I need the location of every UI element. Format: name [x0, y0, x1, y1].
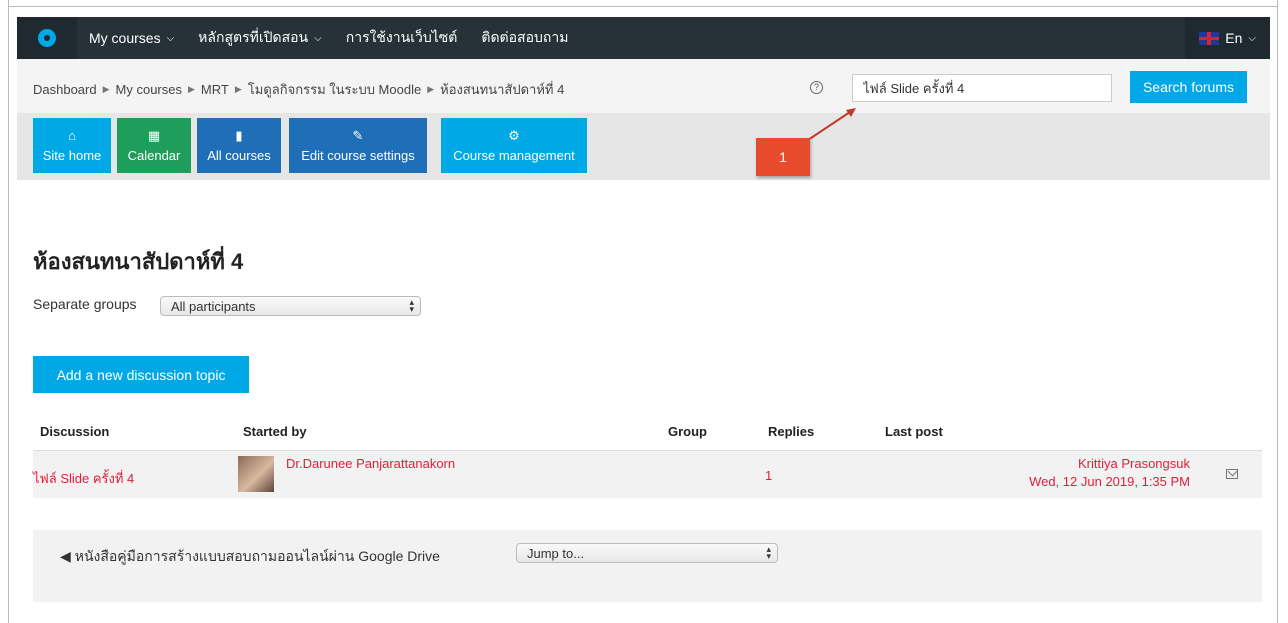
header-group[interactable]: Group	[668, 424, 707, 439]
previous-activity-link[interactable]: ◀ หนังสือคู่มือการสร้างแบบสอบถามออนไลน์ผ…	[60, 545, 440, 567]
calendar-button[interactable]: ▦ Calendar	[117, 118, 191, 173]
header-discussion[interactable]: Discussion	[40, 424, 109, 439]
language-label: En	[1225, 30, 1243, 46]
nav-website-usage[interactable]: การใช้งานเว็บไซต์	[334, 17, 470, 59]
chevron-down-icon: ⌵	[314, 32, 322, 44]
button-label: Calendar	[127, 147, 181, 163]
header-started-by[interactable]: Started by	[243, 424, 307, 439]
button-label: Course management	[453, 147, 575, 163]
breadcrumb-bar: Dashboard ▶ My courses ▶ MRT ▶ โมดูลกิจก…	[17, 59, 1270, 114]
annotation-callout: 1	[756, 138, 810, 176]
breadcrumb-separator-icon: ▶	[234, 84, 242, 94]
button-label: All courses	[207, 147, 271, 163]
jump-to-select[interactable]: Jump to... ▴ ▾	[516, 543, 778, 563]
cogs-icon: ⚙	[508, 127, 520, 143]
edit-icon: ✎	[352, 127, 364, 143]
calendar-icon: ▦	[147, 127, 161, 143]
button-label: Site home	[42, 147, 102, 163]
author-link[interactable]: Dr.Darunee Panjarattanakorn	[286, 456, 455, 471]
site-home-button[interactable]: ⌂ Site home	[33, 118, 111, 173]
group-select-value: All participants	[171, 298, 256, 314]
breadcrumb-course[interactable]: MRT	[201, 82, 229, 97]
breadcrumb-separator-icon: ▶	[427, 84, 435, 94]
group-select[interactable]: All participants ▴ ▾	[160, 296, 421, 316]
breadcrumb-current[interactable]: ห้องสนทนาสัปดาห์ที่ 4	[440, 79, 564, 100]
dashboard-icon	[38, 29, 56, 47]
discussion-link[interactable]: ไฟล์ Slide ครั้งที่ 4	[33, 468, 134, 489]
last-post-date[interactable]: Wed, 12 Jun 2019, 1:35 PM	[1029, 474, 1190, 489]
course-toolbar: ⌂ Site home ▦ Calendar ▮ All courses ✎ E…	[17, 114, 1270, 180]
top-divider	[8, 6, 1278, 7]
home-icon: ⌂	[68, 127, 76, 143]
search-forums-input[interactable]	[852, 74, 1112, 102]
add-discussion-button[interactable]: Add a new discussion topic	[33, 356, 249, 393]
breadcrumb-dashboard[interactable]: Dashboard	[33, 82, 97, 97]
breadcrumb-section[interactable]: โมดูลกิจกรรม ในระบบ Moodle	[248, 79, 421, 100]
avatar[interactable]	[238, 456, 274, 492]
chevron-down-icon: ⌵	[1248, 32, 1256, 44]
nav-item-label: หลักสูตรที่เปิดสอน	[198, 29, 309, 45]
header-last-post[interactable]: Last post	[885, 424, 943, 439]
nav-programs[interactable]: หลักสูตรที่เปิดสอน ⌵	[186, 17, 334, 59]
select-arrows-icon: ▴ ▾	[766, 544, 771, 561]
page-title: ห้องสนทนาสัปดาห์ที่ 4	[33, 249, 244, 274]
select-arrows-icon: ▴ ▾	[409, 297, 414, 314]
uk-flag-icon	[1199, 31, 1220, 45]
breadcrumb: Dashboard ▶ My courses ▶ MRT ▶ โมดูลกิจก…	[33, 79, 564, 100]
edit-course-settings-button[interactable]: ✎ Edit course settings	[289, 118, 427, 173]
nav-item-label: My courses	[89, 30, 161, 46]
course-management-button[interactable]: ⚙ Course management	[441, 118, 587, 173]
search-forums-button[interactable]: Search forums	[1130, 71, 1247, 103]
help-icon[interactable]: ?	[810, 81, 823, 94]
previous-activity-label: หนังสือคู่มือการสร้างแบบสอบถามออนไลน์ผ่า…	[74, 548, 440, 564]
header-replies[interactable]: Replies	[768, 424, 814, 439]
nav-item-label: การใช้งานเว็บไซต์	[345, 29, 458, 45]
top-navbar: My courses ⌵ หลักสูตรที่เปิดสอน ⌵ การใช้งา…	[17, 17, 1270, 59]
button-label: Edit course settings	[301, 147, 415, 163]
book-icon: ▮	[235, 127, 243, 143]
chevron-down-icon: ⌵	[166, 32, 175, 44]
breadcrumb-my-courses[interactable]: My courses	[116, 82, 182, 97]
separate-groups-label: Separate groups	[33, 296, 137, 312]
nav-contact[interactable]: ติดต่อสอบถาม	[469, 17, 580, 59]
previous-arrow-icon: ◀	[60, 548, 71, 564]
all-courses-button[interactable]: ▮ All courses	[197, 118, 281, 173]
nav-item-label: ติดต่อสอบถาม	[481, 29, 569, 45]
language-menu[interactable]: En ⌵	[1185, 17, 1270, 59]
replies-link[interactable]: 1	[765, 468, 772, 483]
jump-to-value: Jump to...	[527, 545, 585, 561]
last-post-user[interactable]: Krittiya Prasongsuk	[1078, 456, 1190, 471]
brand-logo[interactable]	[17, 17, 77, 59]
breadcrumb-separator-icon: ▶	[102, 84, 110, 94]
nav-my-courses[interactable]: My courses ⌵	[77, 17, 186, 59]
breadcrumb-separator-icon: ▶	[188, 84, 195, 94]
subscribe-mail-icon[interactable]	[1226, 469, 1238, 479]
